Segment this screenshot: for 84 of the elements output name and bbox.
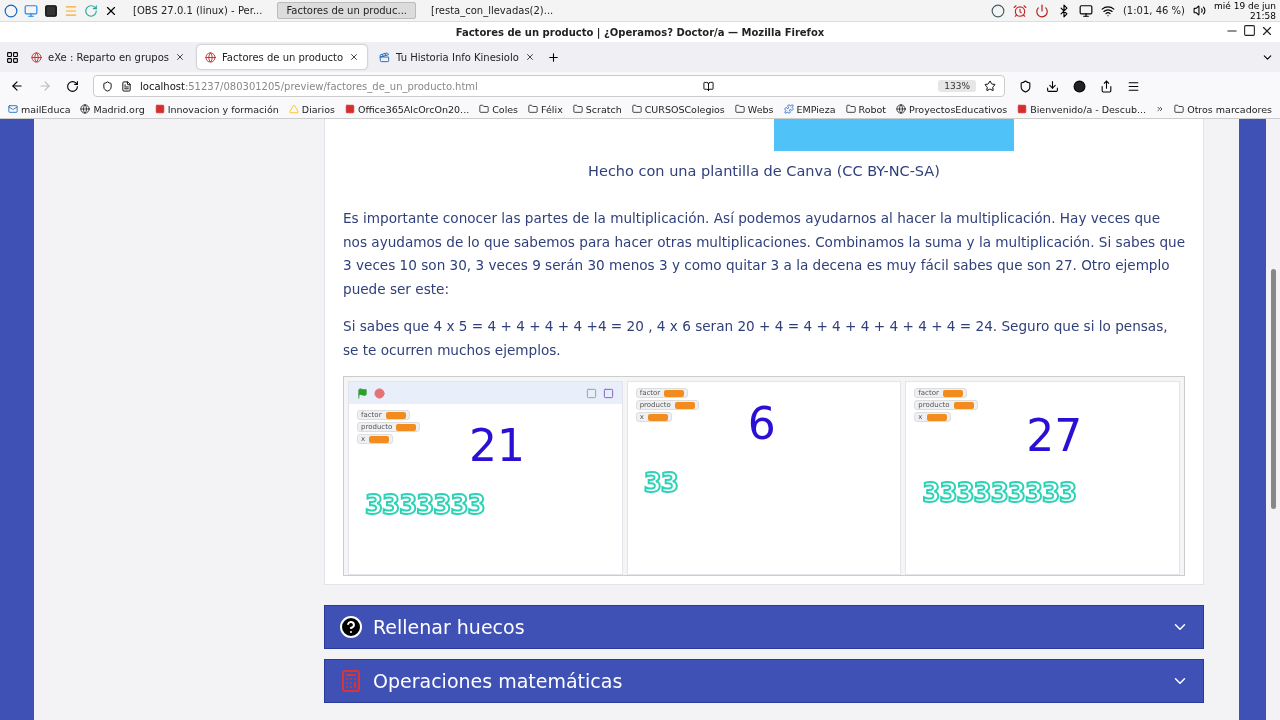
- bookmark[interactable]: Innovacion y formación: [154, 103, 279, 115]
- bookmark[interactable]: EMPieza: [783, 103, 836, 115]
- folder-icon: [734, 104, 745, 114]
- paragraph: Si sabes que 4 x 5 = 4 + 4 + 4 + 4 +4 = 20 , 4 x 6 seran 20 + 4 = 4 + 4 + 4 + 4 + 4 + 4 = 24. Seguro que si lo pensas, se te ocurren muchos ejemplos.: [343, 317, 1169, 360]
- bookmark[interactable]: Félix: [528, 103, 563, 115]
- accordion-header[interactable]: Rellenar huecos: [324, 605, 1204, 649]
- page-icon[interactable]: [121, 80, 132, 92]
- close-icon[interactable]: [349, 52, 360, 62]
- bookmark-star-icon[interactable]: [984, 80, 996, 92]
- download-icon[interactable]: [1046, 79, 1059, 93]
- triangle-icon: [288, 104, 299, 114]
- browser-tab[interactable]: Factores de un producto: [197, 45, 368, 69]
- bookmark[interactable]: CURSOSColegios: [631, 103, 725, 115]
- globe-icon: [205, 51, 217, 63]
- sprite-digits: 33: [643, 468, 678, 498]
- flag-icon[interactable]: [357, 387, 368, 399]
- folder-icon: [631, 104, 642, 114]
- calculator-icon: [339, 669, 363, 693]
- menu-icon[interactable]: [1127, 79, 1140, 93]
- bookmark[interactable]: ProyectosEducativos: [896, 103, 1008, 115]
- folder-icon: [528, 104, 539, 114]
- time: 21:58: [1250, 10, 1276, 21]
- mail-icon: [8, 104, 18, 114]
- bookmark[interactable]: Office365AlcOrcOn20...: [344, 103, 470, 115]
- globe-icon: [80, 104, 91, 114]
- back-icon[interactable]: [10, 79, 24, 93]
- tab-list-icon[interactable]: [6, 50, 19, 64]
- site-icon: [154, 104, 165, 114]
- window-title: Factores de un producto | ¿Operamos? Doctor/a — Mozilla Firefox: [455, 26, 825, 38]
- bookmark[interactable]: mailEduca: [8, 103, 71, 115]
- paragraph: Es importante conocer las partes de la multiplicación. Así podemos ayudarnos al hacer la multiplicación. Hay veces que nos ayudamos de lo que sabemos para hacer otras multiplicaciones. Combinamos la suma y la multiplicación. Si sabes que 3 veces 10 son 30, 3 veces 9 serán 30 menos 3 y como quitar 3 a la decena es muy fácil sabes que son 27. Otro ejemplo puede ser este:: [343, 209, 1185, 299]
- globe-icon: [896, 104, 907, 114]
- desktop-icon[interactable]: [24, 3, 38, 18]
- layout-icon[interactable]: [602, 387, 614, 399]
- folder-icon: [845, 104, 856, 114]
- reload-icon[interactable]: [66, 79, 79, 93]
- zoom-level[interactable]: 133%: [938, 80, 976, 92]
- taskbar-task[interactable]: Factores de un produc...: [277, 2, 416, 19]
- bookmark[interactable]: Diarios: [288, 103, 335, 115]
- wifi-icon[interactable]: [1100, 3, 1115, 18]
- taskbar-task[interactable]: [OBS 27.0.1 (linux) - Per...: [124, 2, 272, 19]
- close-icon[interactable]: [175, 52, 186, 62]
- folder-icon: [1174, 104, 1185, 114]
- bookmark[interactable]: Webs: [734, 103, 774, 115]
- new-tab-icon[interactable]: [546, 50, 560, 64]
- maximize-icon[interactable]: [1243, 24, 1256, 37]
- volume-icon[interactable]: [1193, 4, 1206, 17]
- reader-view-icon[interactable]: [702, 80, 714, 92]
- site-icon: [1017, 104, 1028, 114]
- sprite-digits: 3333333: [365, 490, 485, 520]
- close-icon[interactable]: [1260, 24, 1274, 38]
- bookmark[interactable]: Otros marcadores: [1174, 103, 1272, 115]
- close-icon[interactable]: [524, 52, 535, 62]
- scrollbar-thumb[interactable]: [1270, 269, 1276, 509]
- image-caption: Hecho con una plantilla de Canva (CC BY-NC-SA): [587, 163, 941, 179]
- monitor-icon[interactable]: [1078, 3, 1093, 18]
- result-number: 27: [1026, 410, 1083, 461]
- sync-icon[interactable]: [84, 3, 98, 18]
- sprite-digits: 333333333: [922, 478, 1077, 508]
- clapperboard-icon: [379, 51, 391, 63]
- bookmark[interactable]: Bienvenido/a - Descub...: [1017, 103, 1147, 115]
- puzzle-icon: [783, 104, 794, 114]
- alarm-clock-icon[interactable]: [1012, 3, 1027, 18]
- result-number: 6: [747, 398, 776, 449]
- folder-icon: [479, 104, 490, 114]
- taskbar-task[interactable]: [resta_con_llevadas(2)...: [422, 2, 563, 19]
- date: mié 19 de jun: [1214, 0, 1276, 11]
- shield-icon[interactable]: [102, 80, 113, 92]
- browser-tab[interactable]: Tu Historia Info Kinesiolo: [371, 45, 543, 69]
- battery-status: (1:01, 46 %): [1122, 5, 1185, 16]
- globe-icon: [31, 51, 42, 63]
- folder-icon: [572, 104, 583, 114]
- accordion-header[interactable]: Operaciones matemáticas: [324, 659, 1204, 703]
- bookmark[interactable]: Coles: [479, 103, 519, 115]
- browser-tab[interactable]: eXe : Reparto en grupos: [23, 45, 194, 69]
- help-icon: [339, 615, 363, 639]
- bookmark[interactable]: Robot: [845, 103, 887, 115]
- site-icon: [344, 104, 355, 114]
- stop-icon[interactable]: [374, 387, 385, 399]
- power-icon[interactable]: [1034, 3, 1049, 18]
- address-bar[interactable]: localhost:51237/080301205/preview/factores_de_un_producto.html 133%: [93, 75, 1005, 97]
- result-number: 21: [469, 420, 525, 471]
- bookmark[interactable]: Madrid.org: [80, 103, 145, 115]
- bookmark[interactable]: Scratch: [572, 103, 622, 115]
